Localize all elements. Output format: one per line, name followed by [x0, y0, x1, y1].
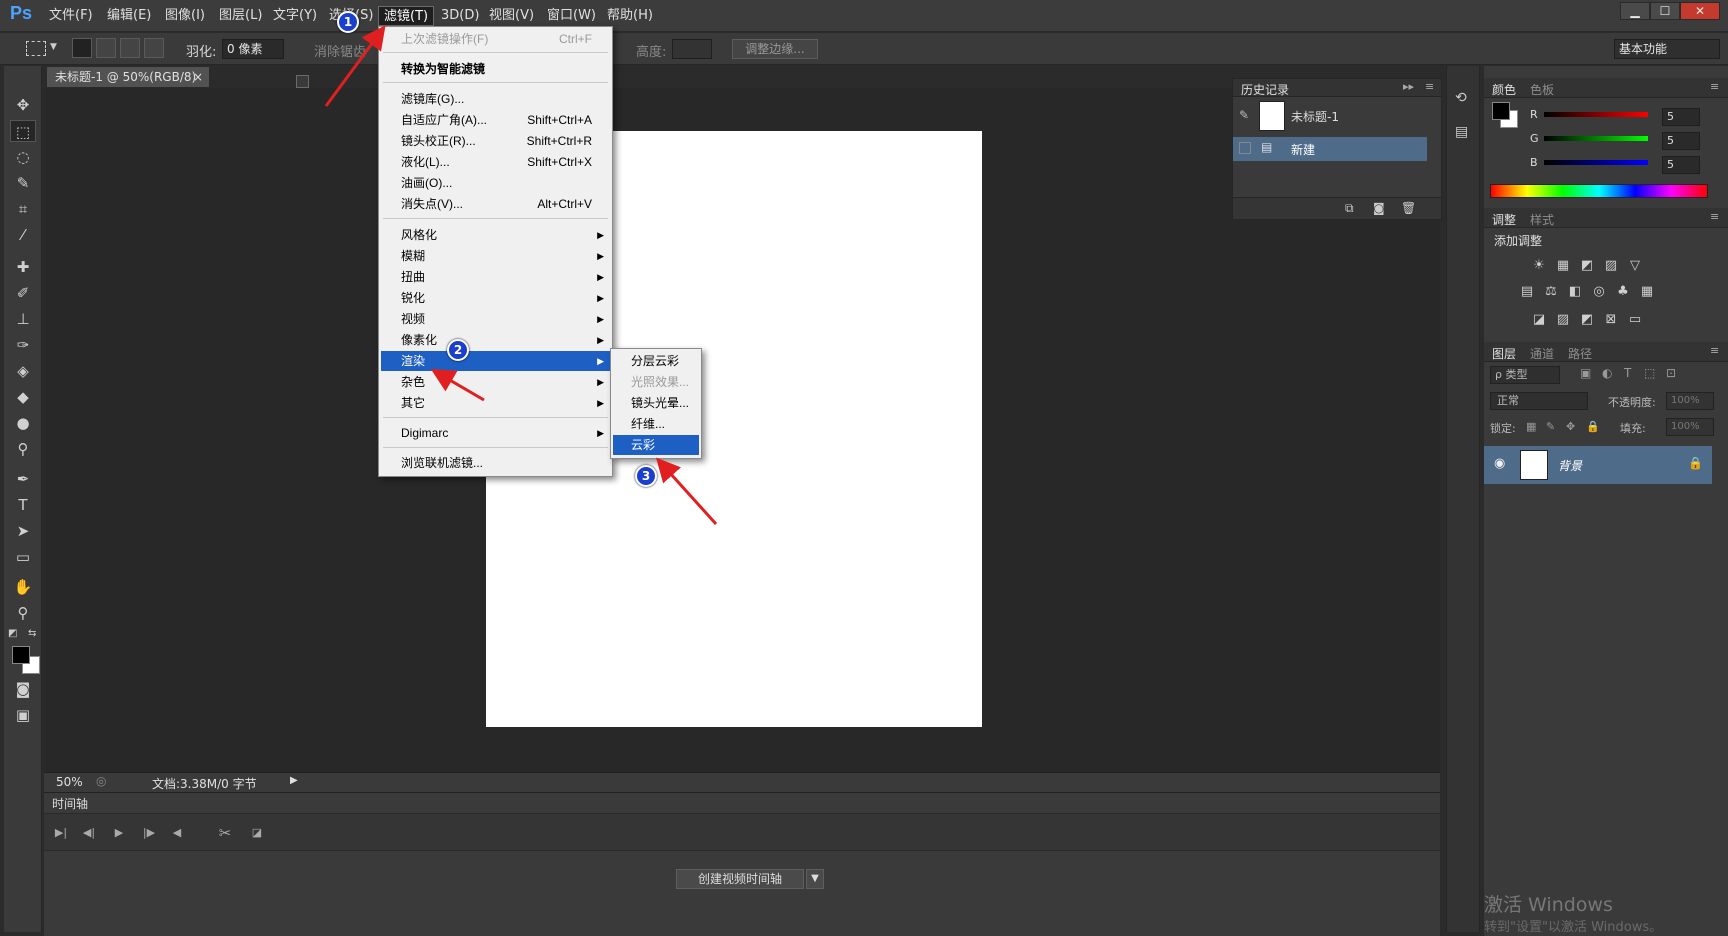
annotation-arrow-1: [324, 25, 386, 107]
activation-watermark: 激活 Windows: [1484, 894, 1613, 916]
annotation-badge-3: 3: [635, 465, 657, 487]
annotation-arrows: [324, 25, 718, 526]
annotation-arrow-3: [655, 457, 718, 526]
annotation-badge-2: 2: [447, 339, 469, 361]
annotation-badge-1: 1: [337, 11, 359, 33]
annotation-arrow-2: [430, 368, 485, 402]
activation-watermark-subtitle: 转到"设置"以激活 Windows。: [1484, 920, 1663, 935]
